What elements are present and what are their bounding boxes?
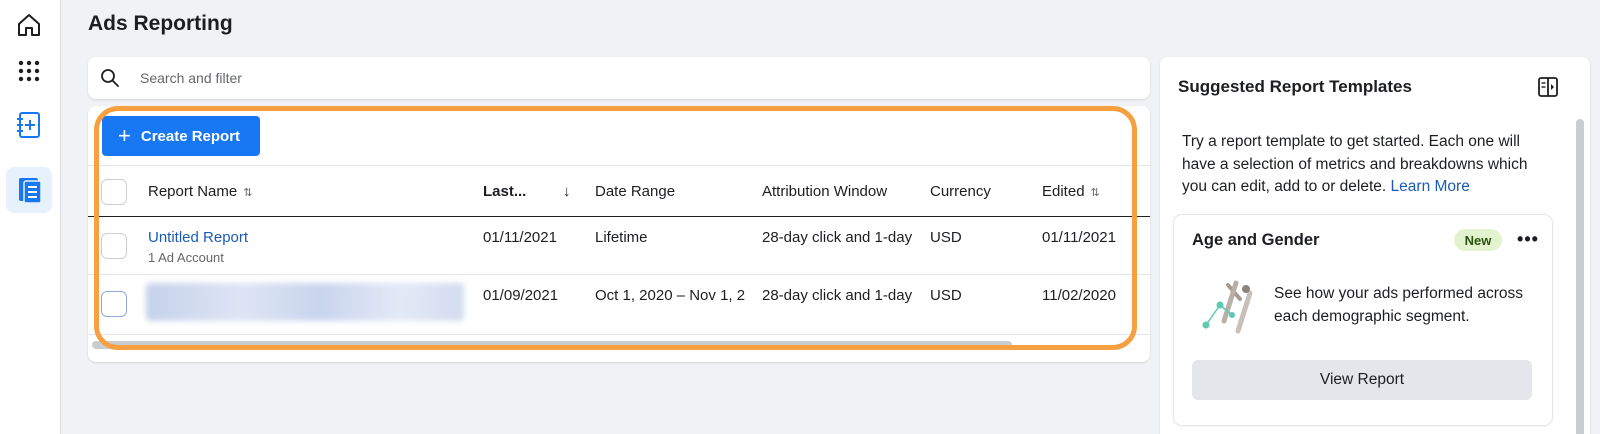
search-icon [100,68,120,88]
edited-cell: 11/02/2020 [1042,287,1116,304]
new-badge: New [1454,229,1502,251]
report-name-cell: Untitled Report 1 Ad Account [148,229,248,265]
demographics-illustration-icon [1198,277,1264,337]
date-range-cell: Oct 1, 2020 – Nov 1, 2 [595,287,745,304]
page-title: Ads Reporting [88,12,233,35]
currency-cell: USD [930,229,962,246]
panel-title: Suggested Report Templates [1178,77,1412,96]
view-report-button[interactable]: View Report [1192,360,1532,400]
template-title: Age and Gender [1192,231,1320,249]
suggested-templates-panel: Suggested Report Templates Try a report … [1160,57,1590,434]
template-description: See how your ads performed across each d… [1274,285,1523,325]
last-opened-cell: 01/09/2021 [483,287,559,304]
create-report-icon[interactable] [6,102,52,148]
column-attribution-window[interactable]: Attribution Window [762,183,887,200]
select-all-checkbox[interactable] [101,179,127,205]
apps-grid-icon[interactable] [6,48,52,94]
ad-account-count: 1 Ad Account [148,250,224,265]
column-edited[interactable]: Edited ⇅ [1042,183,1100,200]
date-range-cell: Lifetime [595,229,648,246]
search-bar [88,57,1150,99]
column-label: Edited [1042,183,1085,200]
row-checkbox[interactable] [101,233,127,259]
collapse-panel-icon[interactable] [1534,73,1562,101]
reports-icon[interactable] [6,167,52,213]
column-label: Last... [483,183,527,200]
table-row[interactable]: 01/09/2021 Oct 1, 2020 – Nov 1, 2 28-day… [88,275,1150,335]
redacted-report-name [146,283,464,321]
panel-description-text: Try a report template to get started. Ea… [1182,133,1528,195]
edited-cell: 01/11/2021 [1042,229,1116,246]
column-report-name[interactable]: Report Name ⇅ [148,183,252,200]
reports-table-card: + Create Report Report Name ⇅ Last... ↓ D… [88,106,1150,362]
column-date-range[interactable]: Date Range [595,183,675,200]
home-icon[interactable] [6,2,52,48]
plus-icon: + [118,123,131,148]
last-opened-cell: 01/11/2021 [483,229,557,246]
column-currency[interactable]: Currency [930,183,991,200]
panel-description: Try a report template to get started. Ea… [1182,131,1552,199]
column-last-opened[interactable]: Last... ↓ [483,183,575,200]
create-report-button[interactable]: + Create Report [102,116,260,156]
sort-down-icon: ↓ [563,183,571,200]
more-options-icon[interactable]: ••• [1514,225,1542,253]
attribution-cell: 28-day click and 1-day [762,287,912,304]
create-report-label: Create Report [140,127,241,145]
template-card-age-gender: Age and Gender New ••• See how your ads … [1174,215,1552,425]
search-input[interactable] [140,70,1040,86]
learn-more-link[interactable]: Learn More [1391,178,1470,195]
currency-cell: USD [930,287,962,304]
report-name-link[interactable]: Untitled Report [148,229,248,246]
panel-scrollbar[interactable] [1576,119,1584,434]
column-label: Report Name [148,183,238,200]
sort-icon: ⇅ [1090,187,1100,199]
horizontal-scrollbar[interactable] [92,341,1012,349]
table-header: Report Name ⇅ Last... ↓ Date Range Attrib… [88,165,1150,217]
sort-icon: ⇅ [243,187,253,199]
row-checkbox[interactable] [101,291,127,317]
table-row[interactable]: Untitled Report 1 Ad Account 01/11/2021 … [88,217,1150,275]
left-nav [0,0,61,434]
attribution-cell: 28-day click and 1-day [762,229,912,246]
